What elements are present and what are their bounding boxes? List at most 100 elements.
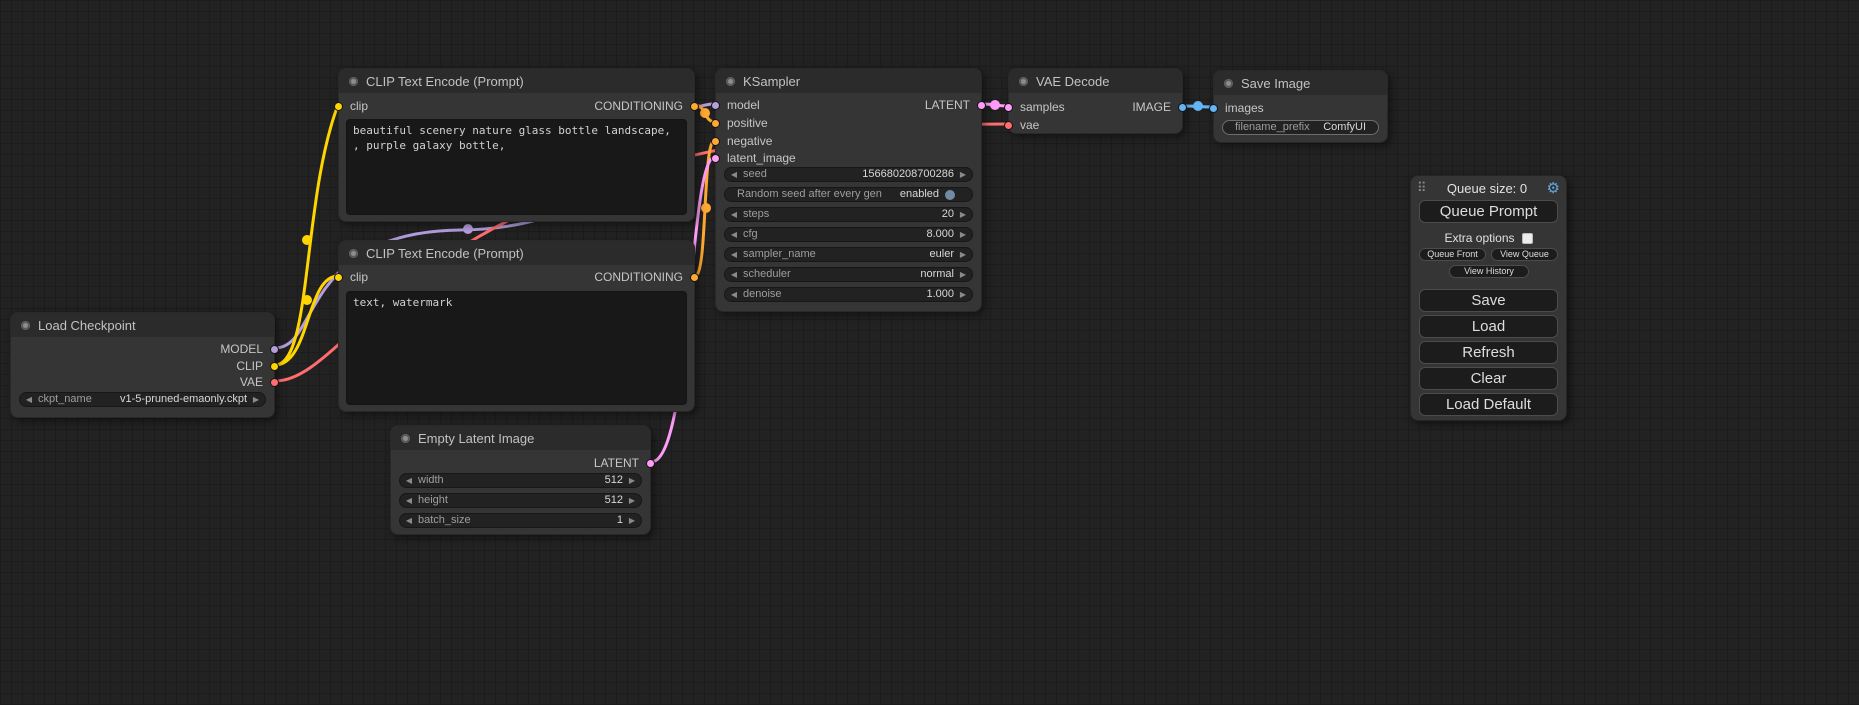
input-port-positive[interactable]: positive [711, 116, 768, 130]
node-vae-decode[interactable]: VAE Decode samples vae IMAGE [1008, 68, 1183, 134]
node-load-checkpoint[interactable]: Load Checkpoint MODEL CLIP VAE ◀ ckpt_na… [10, 312, 275, 418]
next-value-arrow-icon[interactable]: ▶ [954, 248, 972, 261]
increment-arrow-icon[interactable]: ▶ [954, 208, 972, 221]
collapse-dot-icon[interactable] [349, 77, 358, 86]
input-port-samples[interactable]: samples [1004, 100, 1065, 114]
port-dot-conditioning[interactable] [711, 119, 720, 128]
decrement-arrow-icon[interactable]: ◀ [400, 474, 418, 487]
positive-prompt-textarea[interactable]: beautiful scenery nature glass bottle la… [346, 119, 687, 215]
decrement-arrow-icon[interactable]: ◀ [725, 228, 743, 241]
prev-value-arrow-icon[interactable]: ◀ [20, 393, 38, 406]
widget-scheduler[interactable]: ◀ scheduler normal ▶ [724, 267, 973, 282]
port-dot-clip[interactable] [334, 273, 343, 282]
port-dot-conditioning[interactable] [711, 137, 720, 146]
widget-seed[interactable]: ◀ seed 156680208700286 ▶ [724, 167, 973, 182]
decrement-arrow-icon[interactable]: ◀ [725, 288, 743, 301]
collapse-dot-icon[interactable] [21, 321, 30, 330]
input-port-clip[interactable]: clip [334, 270, 368, 284]
widget-denoise[interactable]: ◀ denoise 1.000 ▶ [724, 287, 973, 302]
prev-value-arrow-icon[interactable]: ◀ [725, 268, 743, 281]
widget-height[interactable]: ◀ height 512 ▶ [399, 493, 642, 508]
input-port-negative[interactable]: negative [711, 134, 772, 148]
next-value-arrow-icon[interactable]: ▶ [247, 393, 265, 406]
node-graph-canvas[interactable]: Load Checkpoint MODEL CLIP VAE ◀ ckpt_na… [0, 0, 1859, 705]
output-port-clip[interactable]: CLIP [236, 359, 279, 373]
node-clip-text-encode-negative[interactable]: CLIP Text Encode (Prompt) clip CONDITION… [338, 240, 695, 412]
load-default-button[interactable]: Load Default [1419, 393, 1558, 416]
queue-front-button[interactable]: Queue Front [1419, 248, 1486, 261]
input-port-clip[interactable]: clip [334, 99, 368, 113]
port-dot-model[interactable] [270, 345, 279, 354]
decrement-arrow-icon[interactable]: ◀ [725, 168, 743, 181]
output-port-vae[interactable]: VAE [240, 375, 279, 389]
view-history-button[interactable]: View History [1449, 265, 1529, 278]
collapse-dot-icon[interactable] [1019, 77, 1028, 86]
node-title-bar[interactable]: Save Image [1214, 71, 1387, 95]
port-dot-model[interactable] [711, 101, 720, 110]
collapse-dot-icon[interactable] [401, 434, 410, 443]
collapse-dot-icon[interactable] [726, 77, 735, 86]
increment-arrow-icon[interactable]: ▶ [954, 168, 972, 181]
port-dot-vae[interactable] [1004, 121, 1013, 130]
widget-steps[interactable]: ◀ steps 20 ▶ [724, 207, 973, 222]
port-dot-latent[interactable] [977, 101, 986, 110]
port-dot-clip[interactable] [270, 362, 279, 371]
node-title-bar[interactable]: CLIP Text Encode (Prompt) [339, 69, 694, 93]
node-ksampler[interactable]: KSampler model positive negative latent_… [715, 68, 982, 312]
input-port-latent-image[interactable]: latent_image [711, 151, 796, 165]
next-value-arrow-icon[interactable]: ▶ [954, 268, 972, 281]
prev-value-arrow-icon[interactable]: ◀ [725, 248, 743, 261]
port-dot-latent[interactable] [1004, 103, 1013, 112]
widget-filename-prefix[interactable]: filename_prefix ComfyUI [1222, 120, 1379, 135]
output-port-latent[interactable]: LATENT [925, 98, 986, 112]
node-title-bar[interactable]: VAE Decode [1009, 69, 1182, 93]
increment-arrow-icon[interactable]: ▶ [954, 228, 972, 241]
increment-arrow-icon[interactable]: ▶ [623, 514, 641, 527]
input-port-vae[interactable]: vae [1004, 118, 1039, 132]
port-dot-latent[interactable] [711, 154, 720, 163]
input-port-model[interactable]: model [711, 98, 760, 112]
decrement-arrow-icon[interactable]: ◀ [400, 514, 418, 527]
collapse-dot-icon[interactable] [1224, 79, 1233, 88]
widget-cfg[interactable]: ◀ cfg 8.000 ▶ [724, 227, 973, 242]
load-button[interactable]: Load [1419, 315, 1558, 338]
increment-arrow-icon[interactable]: ▶ [623, 474, 641, 487]
clear-button[interactable]: Clear [1419, 367, 1558, 390]
port-dot-clip[interactable] [334, 102, 343, 111]
port-dot-conditioning[interactable] [690, 273, 699, 282]
extra-options-checkbox[interactable] [1522, 233, 1533, 244]
node-title-bar[interactable]: CLIP Text Encode (Prompt) [339, 241, 694, 265]
save-button[interactable]: Save [1419, 289, 1558, 312]
node-title-bar[interactable]: KSampler [716, 69, 981, 93]
node-empty-latent-image[interactable]: Empty Latent Image LATENT ◀ width 512 ▶ … [390, 425, 651, 535]
output-port-model[interactable]: MODEL [220, 342, 279, 356]
output-port-conditioning[interactable]: CONDITIONING [594, 270, 699, 284]
port-dot-image[interactable] [1178, 103, 1187, 112]
port-dot-conditioning[interactable] [690, 102, 699, 111]
drag-handle-icon[interactable]: ⠿ [1417, 180, 1428, 196]
queue-prompt-button[interactable]: Queue Prompt [1419, 200, 1558, 223]
port-dot-image[interactable] [1209, 104, 1218, 113]
collapse-dot-icon[interactable] [349, 249, 358, 258]
widget-random-seed-toggle[interactable]: Random seed after every gen enabled [724, 187, 973, 202]
output-port-image[interactable]: IMAGE [1132, 100, 1187, 114]
node-title-bar[interactable]: Load Checkpoint [11, 313, 274, 337]
increment-arrow-icon[interactable]: ▶ [954, 288, 972, 301]
decrement-arrow-icon[interactable]: ◀ [400, 494, 418, 507]
view-queue-button[interactable]: View Queue [1491, 248, 1558, 261]
refresh-button[interactable]: Refresh [1419, 341, 1558, 364]
input-port-images[interactable]: images [1209, 101, 1264, 115]
port-dot-vae[interactable] [270, 378, 279, 387]
settings-gear-icon[interactable]: ⚙ [1547, 179, 1560, 197]
output-port-conditioning[interactable]: CONDITIONING [594, 99, 699, 113]
output-port-latent[interactable]: LATENT [594, 456, 655, 470]
node-clip-text-encode-positive[interactable]: CLIP Text Encode (Prompt) clip CONDITION… [338, 68, 695, 222]
widget-width[interactable]: ◀ width 512 ▶ [399, 473, 642, 488]
node-save-image[interactable]: Save Image images filename_prefix ComfyU… [1213, 70, 1388, 143]
widget-ckpt-name[interactable]: ◀ ckpt_name v1-5-pruned-emaonly.ckpt ▶ [19, 392, 266, 407]
widget-sampler-name[interactable]: ◀ sampler_name euler ▶ [724, 247, 973, 262]
negative-prompt-textarea[interactable]: text, watermark [346, 291, 687, 405]
increment-arrow-icon[interactable]: ▶ [623, 494, 641, 507]
widget-batch-size[interactable]: ◀ batch_size 1 ▶ [399, 513, 642, 528]
node-title-bar[interactable]: Empty Latent Image [391, 426, 650, 450]
